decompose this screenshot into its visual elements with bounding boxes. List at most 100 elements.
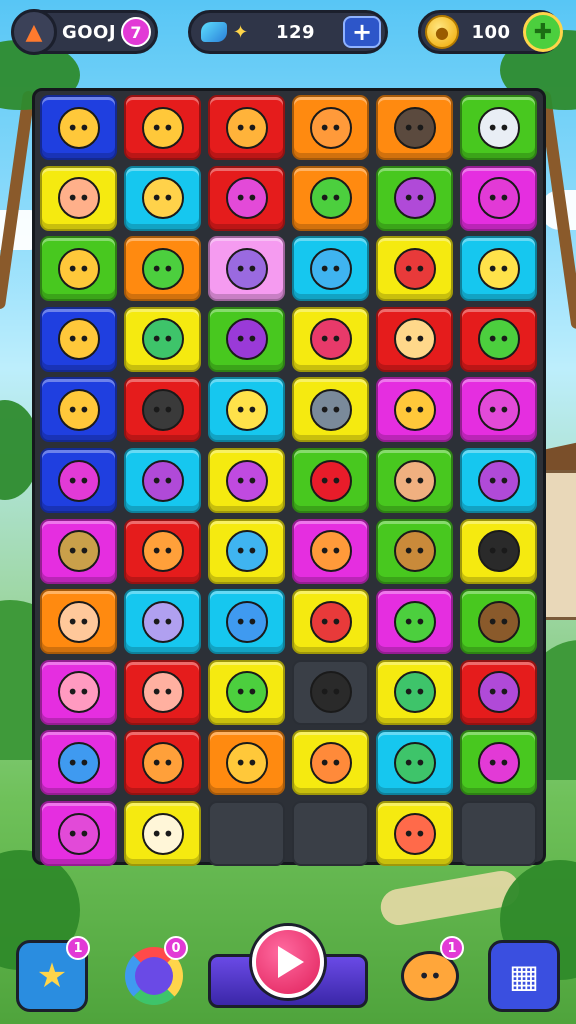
tile-magenta[interactable]: •• [376, 589, 453, 655]
tile-pink[interactable]: •• [208, 236, 285, 302]
tile-orange[interactable]: •• [208, 730, 285, 796]
energy-count: 129 [276, 21, 316, 43]
tile-green[interactable]: •• [376, 165, 453, 231]
tile-magenta[interactable]: •• [376, 377, 453, 443]
tile-red[interactable]: •• [208, 95, 285, 160]
tile-red[interactable]: •• [124, 95, 201, 160]
tile-cyan[interactable]: •• [460, 236, 537, 302]
basket-icon: •• [393, 530, 436, 573]
tile-magenta[interactable]: •• [40, 659, 117, 725]
tile-cyan[interactable]: •• [124, 589, 201, 655]
coin-count: 100 [471, 21, 511, 43]
tile-empty[interactable] [208, 801, 285, 866]
yellow-face-icon: •• [477, 247, 520, 290]
yellow-face-icon: •• [225, 388, 268, 431]
dark-blob-icon: •• [309, 671, 352, 714]
tile-green[interactable]: •• [376, 518, 453, 584]
grid-icon: ▦ [508, 957, 540, 995]
tile-yellow[interactable]: •• [208, 659, 285, 725]
tile-cyan[interactable]: •• [124, 165, 201, 231]
tile-yellow[interactable]: •• [208, 448, 285, 513]
tile-red[interactable]: •• [376, 306, 453, 372]
tile-magenta[interactable]: •• [40, 801, 117, 866]
ring-badge: 0 [164, 936, 188, 960]
tile-orange[interactable]: •• [376, 95, 453, 160]
tile-yellow[interactable]: •• [208, 518, 285, 584]
tile-red[interactable]: •• [124, 730, 201, 796]
tile-green[interactable]: •• [208, 306, 285, 372]
tile-yellow[interactable]: •• [292, 730, 369, 796]
puzzle-plus-icon[interactable]: ✚ [523, 12, 563, 52]
blue-face-icon: •• [225, 600, 268, 643]
tile-yellow[interactable]: •• [292, 589, 369, 655]
tile-magenta[interactable]: •• [460, 165, 537, 231]
tile-yellow[interactable]: •• [376, 236, 453, 302]
tile-blue[interactable]: •• [40, 95, 117, 160]
tile-magenta[interactable]: •• [460, 377, 537, 443]
smile-face-icon: •• [57, 106, 100, 149]
tile-red[interactable]: •• [124, 518, 201, 584]
coin-bar: ● 100 ✚ [418, 10, 563, 54]
tile-empty[interactable] [292, 801, 369, 866]
tile-red[interactable]: •• [124, 377, 201, 443]
dino-icon[interactable]: ▲ [11, 9, 57, 55]
tile-cyan[interactable]: •• [208, 377, 285, 443]
tile-cyan[interactable]: •• [208, 589, 285, 655]
tile-green[interactable]: •• [460, 589, 537, 655]
tile-green[interactable]: •• [460, 730, 537, 796]
tile-yellow[interactable]: •• [124, 306, 201, 372]
monkey-face-icon: •• [393, 459, 436, 502]
pig-face-icon: •• [141, 671, 184, 714]
plum-icon: •• [477, 741, 520, 784]
tile-yellow[interactable]: •• [376, 659, 453, 725]
gem-shape-icon: •• [393, 177, 436, 220]
tile-magenta[interactable]: •• [40, 730, 117, 796]
tile-yellow[interactable]: •• [292, 306, 369, 372]
tile-cyan[interactable]: •• [460, 448, 537, 513]
gem-icon [201, 22, 227, 42]
tile-empty[interactable] [460, 801, 537, 866]
sun-creature-icon: •• [225, 106, 268, 149]
tile-yellow[interactable]: •• [40, 165, 117, 231]
candy-icon: •• [225, 177, 268, 220]
grid-button[interactable]: ▦ [488, 940, 560, 1012]
tile-green[interactable]: •• [292, 448, 369, 513]
blue-face-icon: •• [57, 741, 100, 784]
tile-red[interactable]: •• [460, 306, 537, 372]
tile-cyan[interactable]: •• [292, 236, 369, 302]
player-name: GOOJ [61, 21, 117, 43]
purple-cat-icon: •• [141, 459, 184, 502]
add-energy-button[interactable]: + [343, 16, 381, 48]
tile-empty[interactable]: •• [292, 659, 369, 725]
tile-blue[interactable]: •• [40, 306, 117, 372]
bear-face-icon: •• [57, 600, 100, 643]
plum-icon: •• [477, 671, 520, 714]
tile-yellow[interactable]: •• [376, 801, 453, 866]
player-profile-bar[interactable]: ▲ GOOJ 7 [11, 9, 158, 55]
tile-red[interactable]: •• [124, 659, 201, 725]
tile-yellow[interactable]: •• [292, 377, 369, 443]
tile-red[interactable]: •• [460, 659, 537, 725]
tile-blue[interactable]: •• [40, 448, 117, 513]
tile-blue[interactable]: •• [40, 377, 117, 443]
tile-orange[interactable]: •• [292, 165, 369, 231]
tile-cyan[interactable]: •• [124, 448, 201, 513]
tile-green[interactable]: •• [40, 236, 117, 302]
tile-green[interactable]: •• [460, 95, 537, 160]
play-button[interactable] [252, 926, 324, 998]
tile-red[interactable]: •• [208, 165, 285, 231]
tile-green[interactable]: •• [376, 448, 453, 513]
orange-blob-icon: •• [309, 741, 352, 784]
tile-yellow[interactable]: •• [460, 518, 537, 584]
tile-magenta[interactable]: •• [292, 518, 369, 584]
rocket-icon: •• [141, 177, 184, 220]
tile-magenta[interactable]: •• [40, 518, 117, 584]
tile-yellow[interactable]: •• [124, 801, 201, 866]
tile-orange[interactable]: •• [40, 589, 117, 655]
green-blob-icon: •• [141, 247, 184, 290]
pig-face-icon: •• [57, 177, 100, 220]
tile-orange[interactable]: •• [124, 236, 201, 302]
bear-face-icon: •• [393, 106, 436, 149]
tile-cyan[interactable]: •• [376, 730, 453, 796]
tile-orange[interactable]: •• [292, 95, 369, 160]
